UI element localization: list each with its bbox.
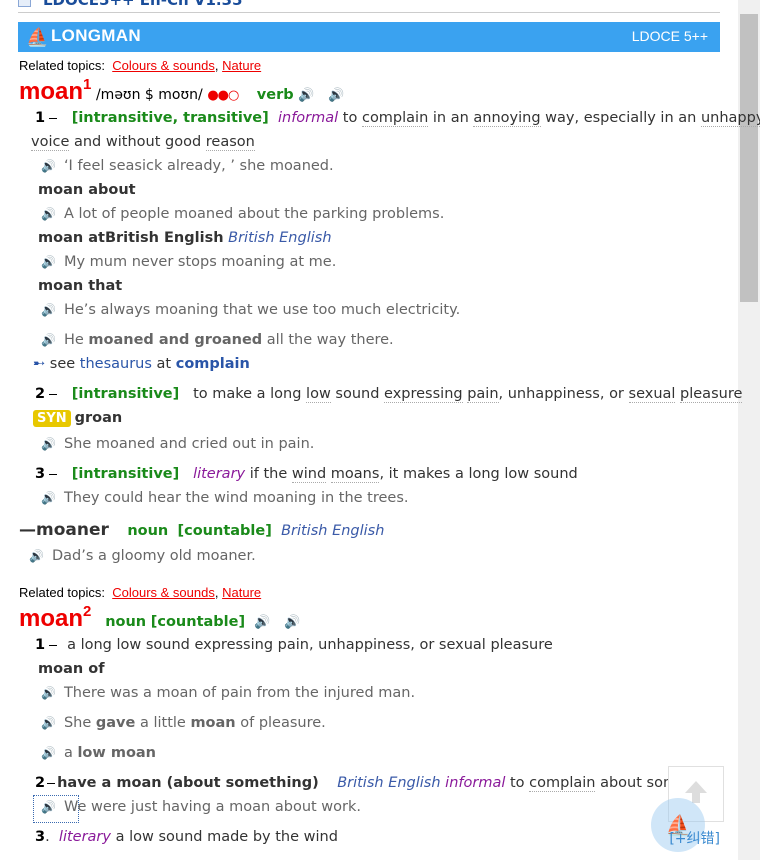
speaker-icon[interactable]: 🔊: [41, 686, 56, 700]
speaker-icon[interactable]: 🔊: [41, 333, 56, 347]
word-link[interactable]: voice: [31, 134, 70, 151]
window-title: LDOCE5++ En-Cn V1.35: [18, 0, 720, 13]
longman-banner: ⛵ LONGMAN LDOCE 5++: [18, 22, 720, 52]
scrollbar-thumb[interactable]: [740, 14, 758, 302]
speaker-icon[interactable]: 🔊: [41, 255, 56, 269]
topic-link[interactable]: Colours & sounds: [112, 585, 215, 600]
topic-link[interactable]: Nature: [222, 58, 261, 73]
headword: moan2: [19, 603, 92, 632]
thesaurus-target-link[interactable]: complain: [176, 356, 250, 372]
speaker-icon[interactable]: 🔊: [41, 746, 56, 760]
thesaurus-ref: ➸ see thesaurus at complain: [33, 356, 250, 372]
speaker-icon[interactable]: 🔊: [254, 615, 270, 630]
checkbox-icon[interactable]: [18, 0, 31, 7]
word-link[interactable]: wind: [291, 466, 327, 483]
feedback-link[interactable]: [+纠错]: [669, 828, 720, 848]
collocation: moan atBritish English British English: [38, 230, 332, 246]
pronunciation: /məʊn $ moʊn/: [95, 87, 203, 103]
frequency-marker: ●●○: [207, 88, 239, 103]
example: 🔊 My mum never stops moaning at me.: [41, 254, 337, 270]
speaker-icon[interactable]: 🔊: [29, 549, 44, 563]
example: 🔊 There was a moan of pain from the injur…: [41, 685, 416, 701]
sense-1: 1a long low sound expressing pain, unhap…: [35, 637, 553, 653]
example: 🔊 She gave a little moan of pleasure.: [41, 715, 326, 731]
scrollbar[interactable]: [738, 0, 760, 860]
brand-name: LONGMAN: [51, 26, 141, 45]
word-link[interactable]: sexual: [628, 386, 676, 403]
derived-entry: —moaner noun [countable] British English: [19, 520, 385, 540]
word-link[interactable]: reason: [205, 134, 255, 151]
sense-1: 1 [intransitive, transitive] informal to…: [35, 110, 760, 127]
word-link[interactable]: expressing: [384, 386, 463, 403]
headword-line: moan1 /məʊn $ moʊn/ ●●○ verb 🔊 🔊: [19, 76, 344, 106]
example: 🔊 a low moan: [41, 745, 157, 761]
arrow-icon: ➸: [33, 356, 46, 372]
example: 🔊 He moaned and groaned all the way there…: [41, 332, 394, 348]
collocation: moan of: [38, 661, 105, 677]
sense-1-cont: voice and without good reason: [31, 134, 255, 151]
word-link[interactable]: annoying: [473, 110, 541, 127]
topic-link[interactable]: Nature: [222, 585, 261, 600]
word-link[interactable]: pleasure: [680, 386, 743, 403]
example: 🔊 He’s always moaning that we use too muc…: [41, 302, 461, 318]
example: 🔊 ‘I feel seasick already, ’ she moaned.: [41, 158, 334, 174]
example: 🔊 A lot of people moaned about the parkin…: [41, 206, 445, 222]
part-of-speech: verb: [256, 87, 294, 103]
synonym: SYN groan: [33, 410, 122, 427]
speaker-icon[interactable]: 🔊: [41, 491, 56, 505]
speaker-icon[interactable]: 🔊: [41, 437, 56, 451]
speaker-icon[interactable]: 🔊: [284, 615, 300, 630]
word-link[interactable]: complain: [361, 110, 429, 127]
thesaurus-link[interactable]: thesaurus: [80, 356, 152, 372]
word-link[interactable]: low: [306, 386, 331, 403]
speaker-icon[interactable]: 🔊: [328, 88, 344, 103]
headword-line: moan2 noun [countable] 🔊 🔊: [19, 603, 301, 632]
dictionary-version: LDOCE 5++: [631, 28, 708, 44]
word-link[interactable]: pain: [467, 386, 499, 403]
speaker-icon[interactable]: 🔊: [41, 800, 56, 814]
speaker-icon[interactable]: 🔊: [41, 207, 56, 221]
speaker-icon[interactable]: 🔊: [41, 159, 56, 173]
related-topics: Related topics: Colours & sounds, Nature: [19, 58, 262, 73]
word-link[interactable]: moans: [330, 466, 380, 483]
word-link[interactable]: complain: [529, 775, 596, 792]
sense-2: 2 have a moan (about something) British E…: [35, 775, 724, 792]
headword: moan1: [19, 76, 92, 105]
speaker-icon[interactable]: 🔊: [41, 716, 56, 730]
word-link[interactable]: unhappy: [700, 110, 760, 127]
example: 🔊 Dad’s a gloomy old moaner.: [29, 548, 256, 564]
sense-2: 2 [intransitive] to make a long low soun…: [35, 386, 743, 403]
speaker-icon[interactable]: 🔊: [41, 303, 56, 317]
example: 🔊 We were just having a moan about work.: [41, 799, 361, 815]
example: 🔊 She moaned and cried out in pain.: [41, 436, 315, 452]
sense-3: 3 [intransitive] literary if the wind mo…: [35, 466, 578, 483]
example: 🔊 They could hear the wind moaning in the…: [41, 490, 409, 506]
topic-link[interactable]: Colours & sounds: [112, 58, 215, 73]
sense-3: 3. literary a low sound made by the wind: [35, 829, 338, 845]
ship-logo-icon: ⛵: [26, 27, 49, 48]
related-topics: Related topics: Colours & sounds, Nature: [19, 585, 262, 600]
collocation: moan about: [38, 182, 136, 198]
speaker-icon[interactable]: 🔊: [298, 88, 314, 103]
collocation: moan that: [38, 278, 123, 294]
